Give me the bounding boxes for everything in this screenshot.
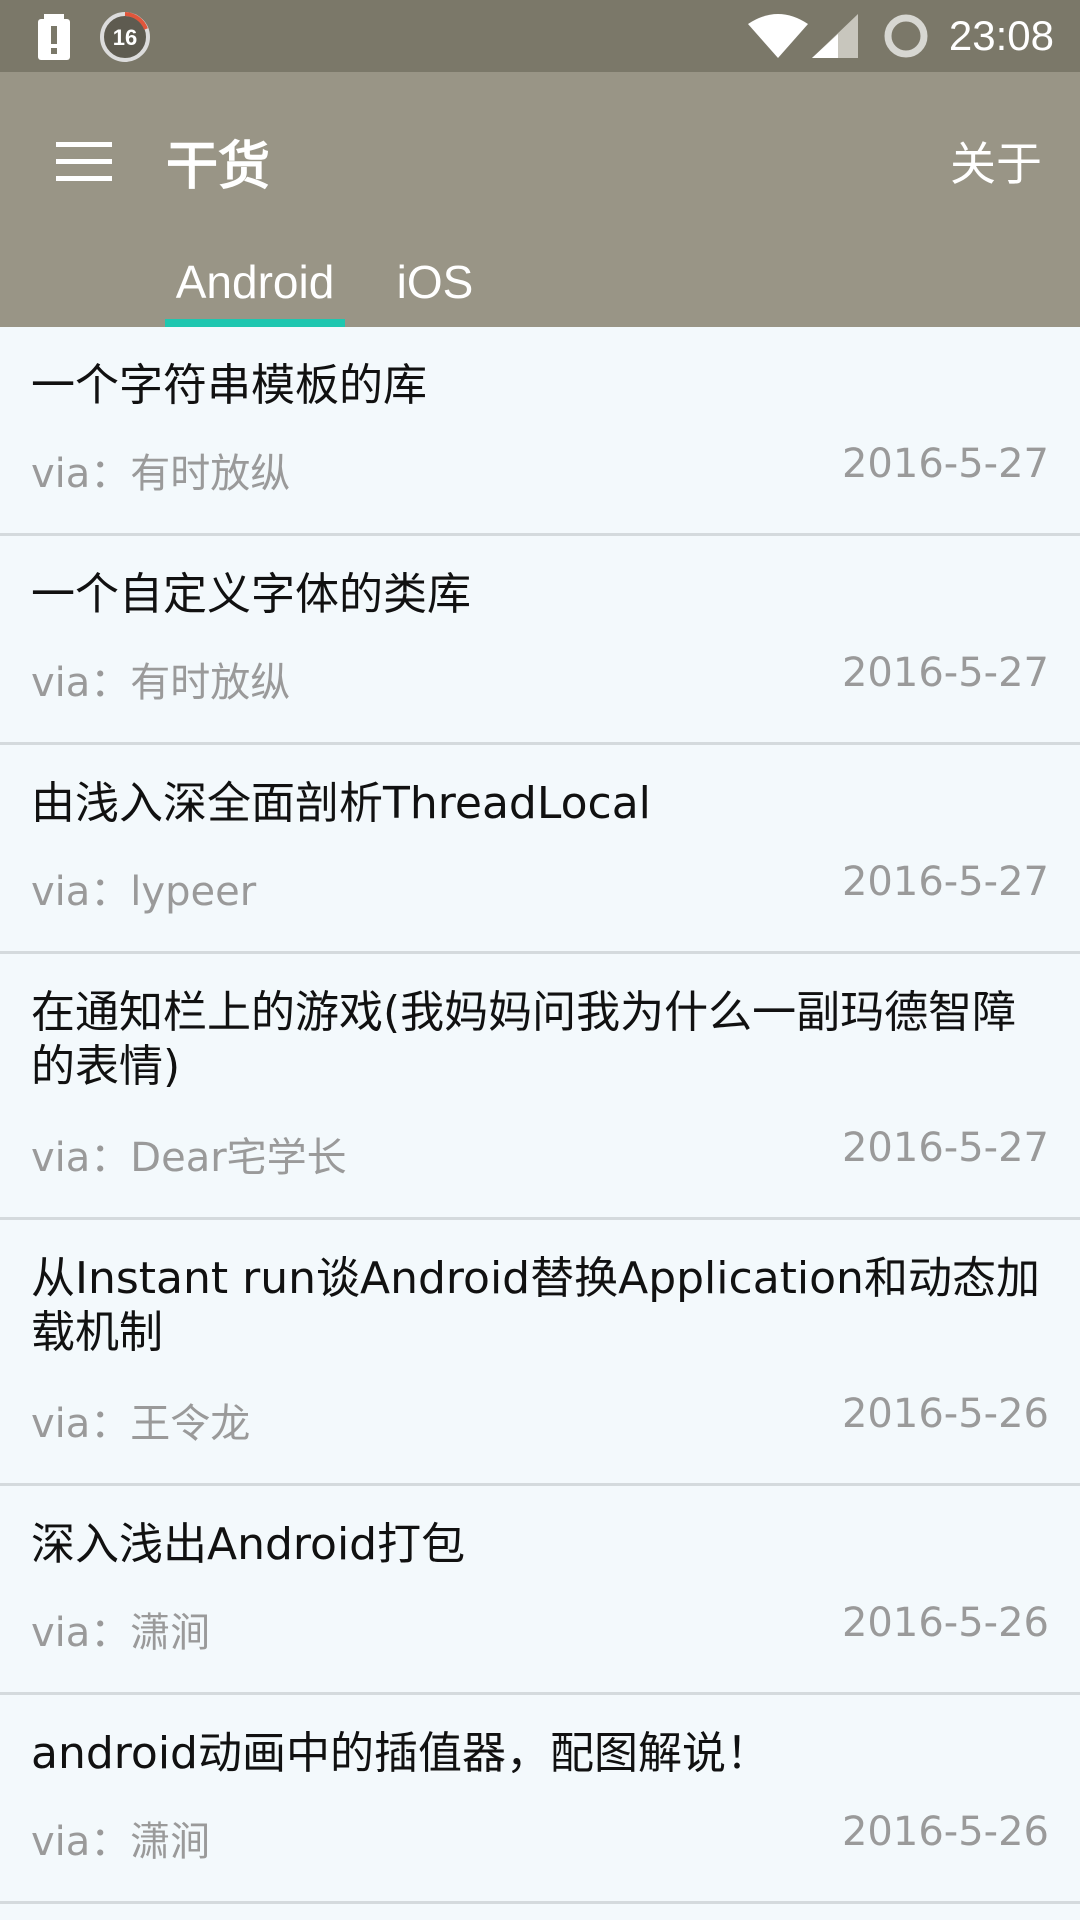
notification-badge: 16 xyxy=(113,25,137,50)
article-title: 一个字符串模板的库 xyxy=(31,360,427,411)
article-meta: via：有时放纵 2016-5-27 xyxy=(31,650,1049,708)
article-title: 在通知栏上的游戏(我妈妈问我为什么一副玛德智障的表情) xyxy=(31,987,1017,1092)
alert-icon xyxy=(36,14,72,64)
article-author: via：lypeer xyxy=(31,869,257,915)
tab-indicator xyxy=(165,319,345,327)
article-date: 2016-5-26 xyxy=(841,1809,1049,1855)
list-item[interactable]: 在通知栏上的游戏(我妈妈问我为什么一副玛德智障的表情) via：Dear宅学长 … xyxy=(0,954,1080,1220)
tab-ios[interactable]: iOS xyxy=(380,237,490,327)
article-meta: via：lypeer 2016-5-27 xyxy=(31,859,1049,917)
app-title: 干货 xyxy=(166,137,271,197)
status-bar: 16 23:08 xyxy=(0,0,1080,72)
menu-button[interactable] xyxy=(40,120,128,208)
tab-label: Android xyxy=(175,256,335,308)
article-title: 深入浅出Android打包 xyxy=(31,1519,466,1570)
download-progress-icon: 16 xyxy=(98,10,152,68)
article-author: via：有时放纵 xyxy=(31,660,291,706)
article-title: 一个自定义字体的类库 xyxy=(31,569,471,620)
list-item[interactable]: 从Instant run谈Android替换Application和动态加载机制… xyxy=(0,1220,1080,1486)
app-bar: 干货 关于 Android iOS xyxy=(0,72,1080,327)
tab-android[interactable]: Android xyxy=(165,237,345,327)
article-date: 2016-5-26 xyxy=(841,1391,1049,1437)
article-meta: via：潇涧 2016-5-26 xyxy=(31,1809,1049,1867)
article-date: 2016-5-27 xyxy=(841,859,1049,905)
hamburger-menu-icon xyxy=(56,142,112,186)
article-meta: via：潇涧 2016-5-26 xyxy=(31,1600,1049,1658)
article-author: via：有时放纵 xyxy=(31,451,291,497)
article-title: 由浅入深全面剖析ThreadLocal xyxy=(31,778,651,829)
about-button[interactable]: 关于 xyxy=(950,128,1042,194)
wifi-icon xyxy=(748,14,808,62)
article-date: 2016-5-27 xyxy=(841,441,1049,487)
signal-icon xyxy=(812,14,858,62)
article-author: via：潇涧 xyxy=(31,1819,211,1865)
article-author: via：Dear宅学长 xyxy=(31,1135,347,1181)
list-item[interactable]: 由浅入深全面剖析ThreadLocal via：lypeer 2016-5-27 xyxy=(0,745,1080,954)
clock: 23:08 xyxy=(948,12,1054,59)
article-date: 2016-5-27 xyxy=(841,650,1049,696)
article-title: 从Instant run谈Android替换Application和动态加载机制 xyxy=(31,1253,1040,1358)
article-date: 2016-5-27 xyxy=(841,1125,1049,1171)
list-item[interactable]: android动画中的插值器，配图解说！ via：潇涧 2016-5-26 xyxy=(0,1695,1080,1904)
article-author: via：潇涧 xyxy=(31,1610,211,1656)
article-title: android动画中的插值器，配图解说！ xyxy=(31,1728,770,1779)
article-date: 2016-5-26 xyxy=(841,1600,1049,1646)
sync-icon xyxy=(882,12,930,64)
article-meta: via：有时放纵 2016-5-27 xyxy=(31,441,1049,499)
tab-label: iOS xyxy=(396,256,474,308)
list-item[interactable]: 深入浅出Android打包 via：潇涧 2016-5-26 xyxy=(0,1486,1080,1695)
article-author: via：王令龙 xyxy=(31,1401,251,1447)
article-meta: via：王令龙 2016-5-26 xyxy=(31,1391,1049,1449)
list-item[interactable]: 一个自定义字体的类库 via：有时放纵 2016-5-27 xyxy=(0,536,1080,745)
article-meta: via：Dear宅学长 2016-5-27 xyxy=(31,1125,1049,1183)
list-item[interactable]: 一个字符串模板的库 via：有时放纵 2016-5-27 xyxy=(0,327,1080,536)
article-list: 一个字符串模板的库 via：有时放纵 2016-5-27 一个自定义字体的类库 … xyxy=(0,327,1080,1904)
